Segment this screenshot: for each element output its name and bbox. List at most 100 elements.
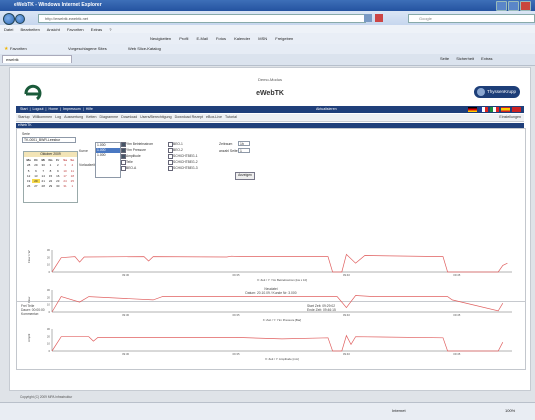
cmd-sicherheit[interactable]: Sicherheit: [456, 56, 474, 61]
suggested-sites-link[interactable]: Vorgeschlagene Sites: [68, 46, 107, 51]
calendar-day[interactable]: 27: [32, 184, 39, 188]
subnav-diagramme[interactable]: Diagramme: [100, 115, 119, 119]
nav-start[interactable]: Start: [20, 107, 28, 111]
zoom-level[interactable]: 100%: [505, 408, 515, 413]
calendar-day[interactable]: 15: [47, 174, 54, 178]
calendar-day[interactable]: 23: [54, 179, 61, 183]
web-slice-link[interactable]: Web Slice-Katalog: [128, 46, 161, 51]
back-button[interactable]: [3, 13, 15, 25]
subnav-settings[interactable]: Einstellungen: [499, 114, 521, 121]
toolbar-email[interactable]: E-Mail: [197, 36, 208, 41]
menu-extras[interactable]: Extras: [91, 27, 102, 32]
subnav-download[interactable]: Download: [121, 115, 137, 119]
nav-current[interactable]: Aktualisieren: [316, 106, 337, 113]
cmd-extras[interactable]: Extras: [481, 56, 492, 61]
nav-hilfe[interactable]: Hilfe: [86, 107, 93, 111]
calendar-day[interactable]: 5: [25, 169, 32, 173]
calendar-day[interactable]: 2: [54, 163, 61, 167]
zeitraum-select[interactable]: 1h: [238, 141, 250, 146]
toolbar-neuigkeiten[interactable]: Neuigkeiten: [150, 36, 171, 41]
calendar-day[interactable]: 21: [40, 179, 47, 183]
subnav-log[interactable]: Log: [55, 115, 61, 119]
menu-ansicht[interactable]: Ansicht: [47, 27, 60, 32]
favorites-button[interactable]: Favoriten: [10, 46, 27, 51]
calendar-day[interactable]: 1: [47, 163, 54, 167]
serie-label: Serie: [22, 132, 30, 136]
calendar-day[interactable]: 30: [40, 163, 47, 167]
calendar-day[interactable]: 26: [25, 184, 32, 188]
toolbar-msn[interactable]: MSN: [258, 36, 267, 41]
stop-icon[interactable]: [375, 14, 383, 22]
calendar-day[interactable]: 1: [69, 184, 76, 188]
calendar-day[interactable]: 20: [32, 179, 40, 184]
subnav-auswertung[interactable]: Auswertung: [64, 115, 83, 119]
toolbar-profil[interactable]: Profil: [179, 36, 188, 41]
subnav-users[interactable]: Users/Berechtigung: [140, 115, 172, 119]
calendar-day[interactable]: 29: [47, 184, 54, 188]
calendar-day[interactable]: 9: [54, 169, 61, 173]
flag-fr-icon[interactable]: [479, 107, 488, 112]
calendar-day[interactable]: 7: [40, 169, 47, 173]
toolbar-freigeben[interactable]: Freigeben: [275, 36, 293, 41]
calendar-day[interactable]: 6: [32, 169, 39, 173]
nav-home[interactable]: Home: [48, 107, 58, 111]
calendar-day[interactable]: 16: [54, 174, 61, 178]
checkbox-label: BEO-A: [126, 165, 137, 170]
calendar-day[interactable]: 22: [47, 179, 54, 183]
toolbar-kalender[interactable]: Kalender: [234, 36, 250, 41]
address-bar: http://ewebtk.ewebtk.net Google: [0, 11, 535, 25]
kurve-list[interactable]: 1.000 1.000 1.000: [95, 142, 121, 178]
window-controls: [496, 1, 531, 11]
menu-favoriten[interactable]: Favoriten: [67, 27, 84, 32]
minimize-button[interactable]: [496, 1, 507, 11]
flag-de-icon[interactable]: [468, 107, 477, 112]
subnav-ebox-live[interactable]: eBox-Live: [206, 115, 222, 119]
calendar-day[interactable]: 30: [54, 184, 61, 188]
refresh-icon[interactable]: [364, 14, 372, 22]
nav-impressum[interactable]: Impressum: [63, 107, 81, 111]
calendar-day[interactable]: 10: [61, 169, 68, 173]
subnav-download-rezept[interactable]: Download Rezept: [175, 115, 203, 119]
flag-es-icon[interactable]: [501, 107, 510, 112]
calendar-day[interactable]: 8: [47, 169, 54, 173]
nav-logout[interactable]: Logout: [33, 107, 44, 111]
calendar-day[interactable]: 3: [61, 163, 68, 167]
flag-it-icon[interactable]: [490, 107, 499, 112]
calendar-day[interactable]: 11: [69, 169, 76, 173]
calendar-day[interactable]: 14: [40, 174, 47, 178]
calendar-day[interactable]: 29: [32, 163, 39, 167]
menu-datei[interactable]: Datei: [4, 27, 13, 32]
subnav-willkommen[interactable]: Willkommen: [33, 115, 53, 119]
date-picker[interactable]: Oktober 2009 Mo Di Mi Do Fr Sa So 28 29 30 1 2 3 4 5 6 7…: [23, 151, 78, 203]
subnav-ketten[interactable]: Ketten: [86, 115, 96, 119]
cmd-seite[interactable]: Seite: [440, 56, 449, 61]
calendar-day[interactable]: 12: [25, 174, 32, 178]
anzahl-select[interactable]: 1: [238, 148, 250, 153]
calendar-day[interactable]: 28: [25, 163, 32, 167]
calendar-day[interactable]: 25: [69, 179, 76, 183]
menu-bearbeiten[interactable]: Bearbeiten: [20, 27, 39, 32]
calendar-day[interactable]: 13: [32, 174, 39, 178]
subnav-startup[interactable]: Startup: [18, 115, 30, 119]
menu-help[interactable]: ?: [109, 27, 111, 32]
calendar-day[interactable]: 4: [69, 163, 76, 167]
browser-tab[interactable]: ewebtk: [2, 55, 72, 63]
forward-button[interactable]: [15, 14, 25, 24]
url-field[interactable]: http://ewebtk.ewebtk.net: [38, 14, 366, 23]
close-button[interactable]: [520, 1, 531, 11]
calendar-day[interactable]: 17: [61, 174, 68, 178]
calendar-day[interactable]: 19: [25, 179, 32, 183]
toolbar-fotos[interactable]: Fotos: [216, 36, 226, 41]
calendar-day[interactable]: 28: [40, 184, 47, 188]
flag-uk-icon[interactable]: [512, 107, 521, 112]
subnav-tutorial[interactable]: Tutorial: [225, 115, 237, 119]
calendar-day[interactable]: 24: [61, 179, 68, 183]
calendar-day[interactable]: 18: [69, 174, 76, 178]
search-input[interactable]: Google: [408, 14, 535, 23]
calendar-weekday: So: [70, 158, 75, 162]
serie-select[interactable]: TK-0001_BWR-Leesbur: [22, 137, 76, 143]
anzeigen-button[interactable]: Anzeigen: [235, 172, 255, 180]
maximize-button[interactable]: [508, 1, 519, 11]
calendar-day[interactable]: 31: [61, 184, 68, 188]
list-item[interactable]: 1.000: [96, 153, 120, 158]
